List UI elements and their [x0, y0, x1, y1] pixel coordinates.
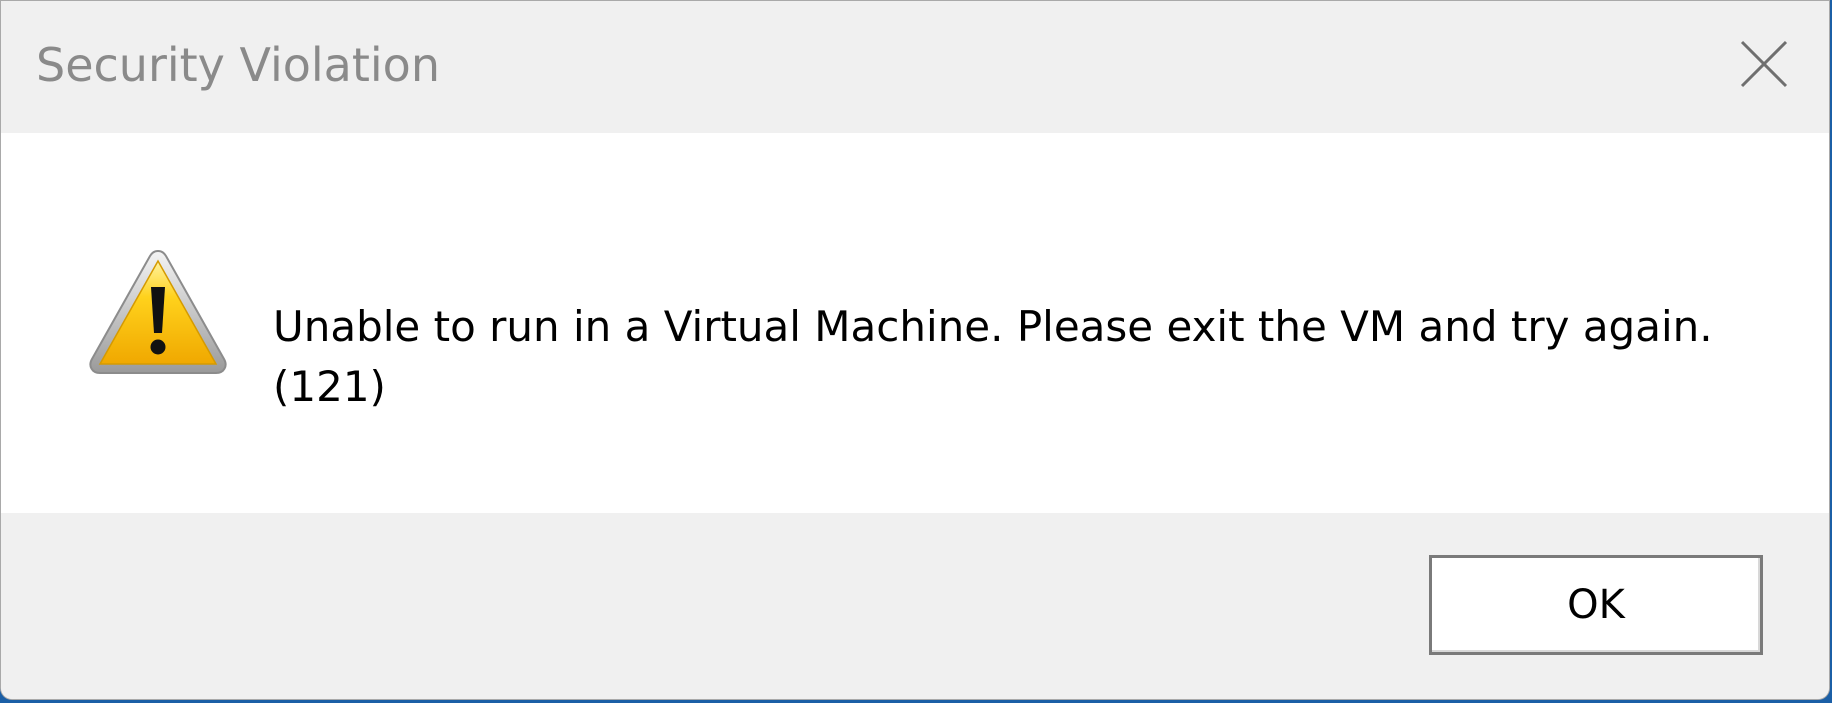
error-message: Unable to run in a Virtual Machine. Plea…: [273, 302, 1713, 411]
title-bar[interactable]: Security Violation: [1, 1, 1829, 133]
close-icon: [1740, 40, 1788, 88]
ok-button[interactable]: OK: [1429, 555, 1763, 655]
button-bar: OK: [1, 513, 1829, 699]
window-title: Security Violation: [36, 38, 440, 92]
message-area: Unable to run in a Virtual Machine. Plea…: [1, 133, 1829, 513]
security-violation-dialog: Security Violation Unable to run in a Vi…: [0, 0, 1830, 700]
warning-icon: [89, 249, 227, 374]
close-button[interactable]: [1721, 21, 1807, 107]
